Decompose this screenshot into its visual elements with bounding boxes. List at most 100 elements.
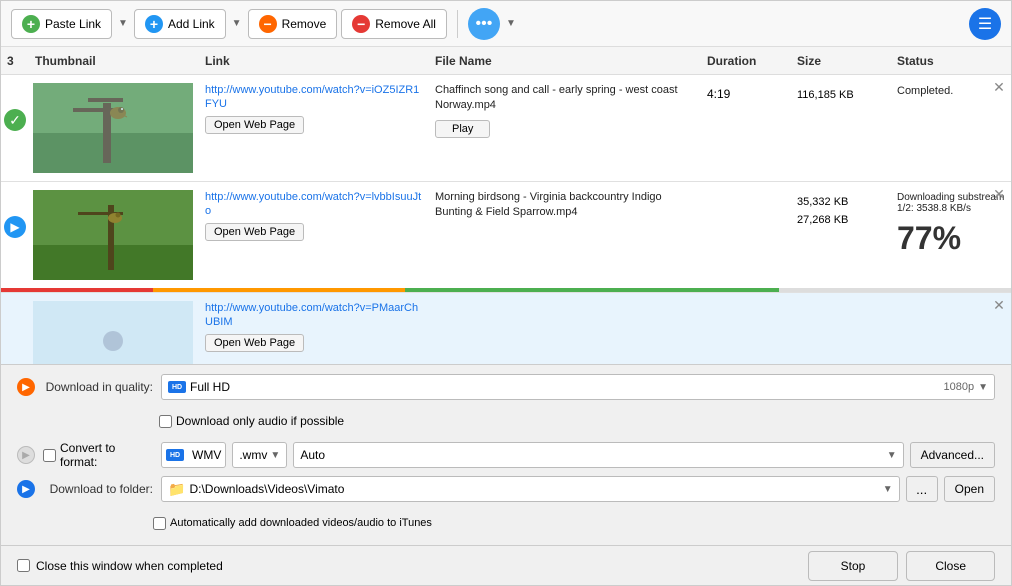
quality-label: Download in quality:	[43, 380, 153, 394]
bottom-bar: Close this window when completed Stop Cl…	[1, 545, 1011, 585]
th-thumbnail: Thumbnail	[29, 54, 199, 68]
row1-url[interactable]: http://www.youtube.com/watch?v=iOZ5IZR1F…	[205, 83, 423, 112]
row3-url[interactable]: http://www.youtube.com/watch?v=PMaarChUB…	[205, 301, 423, 330]
row3-open-page-button[interactable]: Open Web Page	[205, 334, 304, 352]
menu-icon: ☰	[978, 14, 992, 34]
folder-icon: 📁	[168, 481, 185, 498]
row1-size: 116,185 KB	[791, 79, 891, 109]
row2-percent: 77%	[897, 222, 1005, 254]
folder-row: ▶ Download to folder: 📁 D:\Downloads\Vid…	[17, 475, 995, 503]
quality-dropdown-arrow: ▼	[978, 382, 988, 393]
open-folder-button[interactable]: Open	[944, 476, 995, 502]
format-select[interactable]: HD WMV	[161, 442, 226, 468]
th-duration: Duration	[701, 54, 791, 68]
quality-value: Full HD	[190, 380, 230, 394]
advanced-button[interactable]: Advanced...	[910, 442, 995, 468]
browse-label: ...	[916, 482, 927, 497]
row2-size: 35,332 KB 27,268 KB	[791, 186, 891, 233]
options-panel: ▶ Download in quality: HD Full HD 1080p …	[1, 364, 1011, 545]
remove-button[interactable]: − Remove	[248, 9, 338, 39]
add-link-dropdown[interactable]: ▼	[230, 18, 244, 29]
row2-thumbnail	[29, 186, 199, 284]
th-filename: File Name	[429, 54, 701, 68]
row2-close-button[interactable]: ✕	[991, 186, 1007, 202]
progress-segment-green	[405, 288, 779, 292]
row1-thumbnail	[29, 79, 199, 177]
row1-duration: 4:19	[701, 79, 791, 105]
convert-row: ▶ Convert to format: HD WMV .wmv ▼ Auto …	[17, 441, 995, 469]
more-button[interactable]: •••	[468, 8, 500, 40]
folder-label: Download to folder:	[43, 482, 153, 496]
audio-only-row: Download only audio if possible	[17, 407, 995, 435]
table-row: ✓	[1, 75, 1011, 182]
row1-content: ✓	[1, 75, 1011, 181]
folder-path-text: D:\Downloads\Videos\Vimato	[189, 482, 344, 496]
close-when-done-label[interactable]: Close this window when completed	[17, 559, 223, 573]
row1-status-icon: ✓	[1, 79, 29, 131]
remove-all-label: Remove All	[375, 17, 436, 31]
row3-size	[791, 297, 891, 309]
add-link-button[interactable]: + Add Link	[134, 9, 226, 39]
table-row: ▶	[1, 182, 1011, 293]
format-value: WMV	[192, 448, 221, 462]
format-ext-select[interactable]: .wmv ▼	[232, 442, 287, 468]
row1-filename: Chaffinch song and call - early spring -…	[435, 83, 695, 114]
table-row: http://www.youtube.com/watch?v=PMaarChUB…	[1, 293, 1011, 364]
row2-status-text: Downloading substream 1/2: 3538.8 KB/s	[897, 192, 1005, 214]
folder-path-display[interactable]: 📁 D:\Downloads\Videos\Vimato ▼	[161, 476, 900, 502]
close-window-button[interactable]: Close	[906, 551, 995, 581]
remove-all-icon: −	[352, 15, 370, 33]
quality-controls: HD Full HD 1080p ▼	[161, 374, 995, 400]
more-dropdown[interactable]: ▼	[504, 18, 518, 29]
row3-link-cell: http://www.youtube.com/watch?v=PMaarChUB…	[199, 297, 429, 356]
close-when-done-text: Close this window when completed	[36, 559, 223, 573]
pending-thumbnail	[33, 301, 193, 364]
row2-open-page-button[interactable]: Open Web Page	[205, 223, 304, 241]
audio-only-checkbox[interactable]	[159, 415, 172, 428]
check-icon: ✓	[4, 109, 26, 131]
thumbnail-image	[33, 83, 193, 173]
thumbnail-image-2	[33, 190, 193, 280]
row1-open-page-button[interactable]: Open Web Page	[205, 116, 304, 134]
remove-all-button[interactable]: − Remove All	[341, 9, 447, 39]
auto-select[interactable]: Auto ▼	[293, 442, 903, 468]
itunes-row: Automatically add downloaded videos/audi…	[17, 509, 995, 537]
pending-circle	[103, 331, 123, 351]
row2-url[interactable]: http://www.youtube.com/watch?v=lvbbIsuuJ…	[205, 190, 423, 219]
more-icon: •••	[476, 15, 493, 33]
browse-button[interactable]: ...	[906, 476, 938, 502]
remove-icon: −	[259, 15, 277, 33]
quality-row: ▶ Download in quality: HD Full HD 1080p …	[17, 373, 995, 401]
hd-icon: HD	[168, 381, 186, 393]
paste-link-label: Paste Link	[45, 17, 101, 31]
row1-close-button[interactable]: ✕	[991, 79, 1007, 95]
row2-link-cell: http://www.youtube.com/watch?v=lvbbIsuuJ…	[199, 186, 429, 245]
row2-status-icon: ▶	[1, 186, 29, 238]
th-status: Status	[891, 54, 1011, 68]
itunes-text: Automatically add downloaded videos/audi…	[170, 517, 432, 529]
quality-bullet: ▶	[17, 378, 35, 396]
row2-size2: 27,268 KB	[797, 212, 885, 230]
row2-duration	[701, 186, 791, 198]
row2-content: ▶	[1, 182, 1011, 288]
stop-button[interactable]: Stop	[808, 551, 899, 581]
progress-segment-empty	[779, 288, 1011, 292]
paste-link-button[interactable]: + Paste Link	[11, 9, 112, 39]
row3-status-icon	[1, 297, 29, 317]
audio-only-label[interactable]: Download only audio if possible	[159, 414, 344, 428]
remove-label: Remove	[282, 17, 327, 31]
row1-play-button[interactable]: Play	[435, 120, 490, 138]
row3-thumbnail	[29, 297, 199, 364]
close-when-done-checkbox[interactable]	[17, 559, 30, 572]
th-size: Size	[791, 54, 891, 68]
download-table: 3 Thumbnail Link File Name Duration Size…	[1, 47, 1011, 364]
itunes-label[interactable]: Automatically add downloaded videos/audi…	[153, 517, 432, 530]
convert-checkbox[interactable]	[43, 449, 56, 462]
format-icon: HD	[166, 449, 184, 461]
row3-close-button[interactable]: ✕	[991, 297, 1007, 313]
menu-button[interactable]: ☰	[969, 8, 1001, 40]
paste-link-dropdown[interactable]: ▼	[116, 18, 130, 29]
convert-label: Convert to format:	[60, 441, 153, 469]
itunes-checkbox[interactable]	[153, 517, 166, 530]
quality-select[interactable]: HD Full HD 1080p ▼	[161, 374, 995, 400]
